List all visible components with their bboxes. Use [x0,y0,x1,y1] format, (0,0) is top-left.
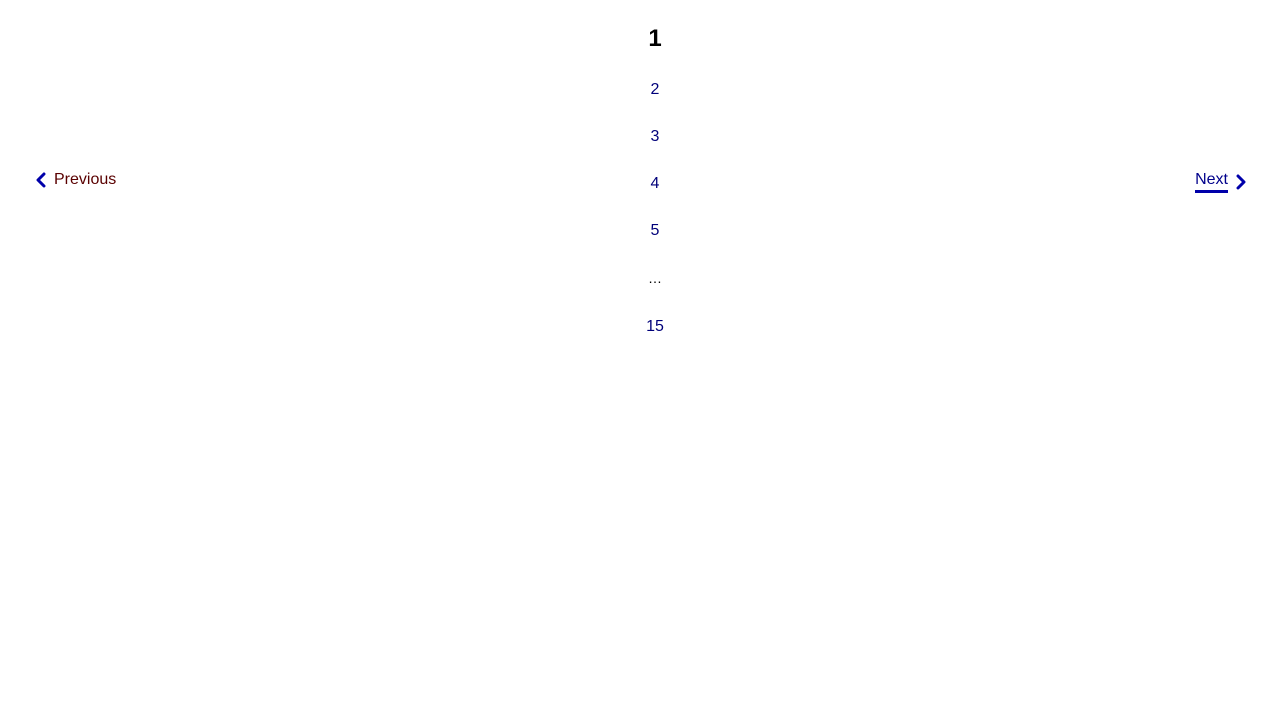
page-link-last[interactable]: 15 [646,318,664,335]
next-link[interactable]: Next [1195,170,1248,193]
page-item: 3 [615,127,695,147]
current-page-number: 1 [648,25,662,52]
previous-label: Previous [54,171,117,188]
next-label: Next [1195,170,1228,193]
page-item: 5 [615,221,695,241]
current-page: 1 [615,25,695,53]
page-link-2[interactable]: 2 [651,81,660,98]
page-item: 4 [615,174,695,194]
previous-link[interactable]: Previous [34,170,116,190]
ellipsis-text: … [648,270,662,286]
pagination: Previous 1 2 3 4 5 … 15 Next [0,0,1280,720]
page-item: 15 [615,317,695,337]
chevron-left-icon [34,172,48,188]
page-item: 2 [615,80,695,100]
page-link-5[interactable]: 5 [651,222,660,239]
chevron-right-icon [1234,174,1248,190]
page-link-3[interactable]: 3 [651,128,660,145]
page-link-4[interactable]: 4 [651,175,660,192]
page-ellipsis: … [615,268,695,289]
